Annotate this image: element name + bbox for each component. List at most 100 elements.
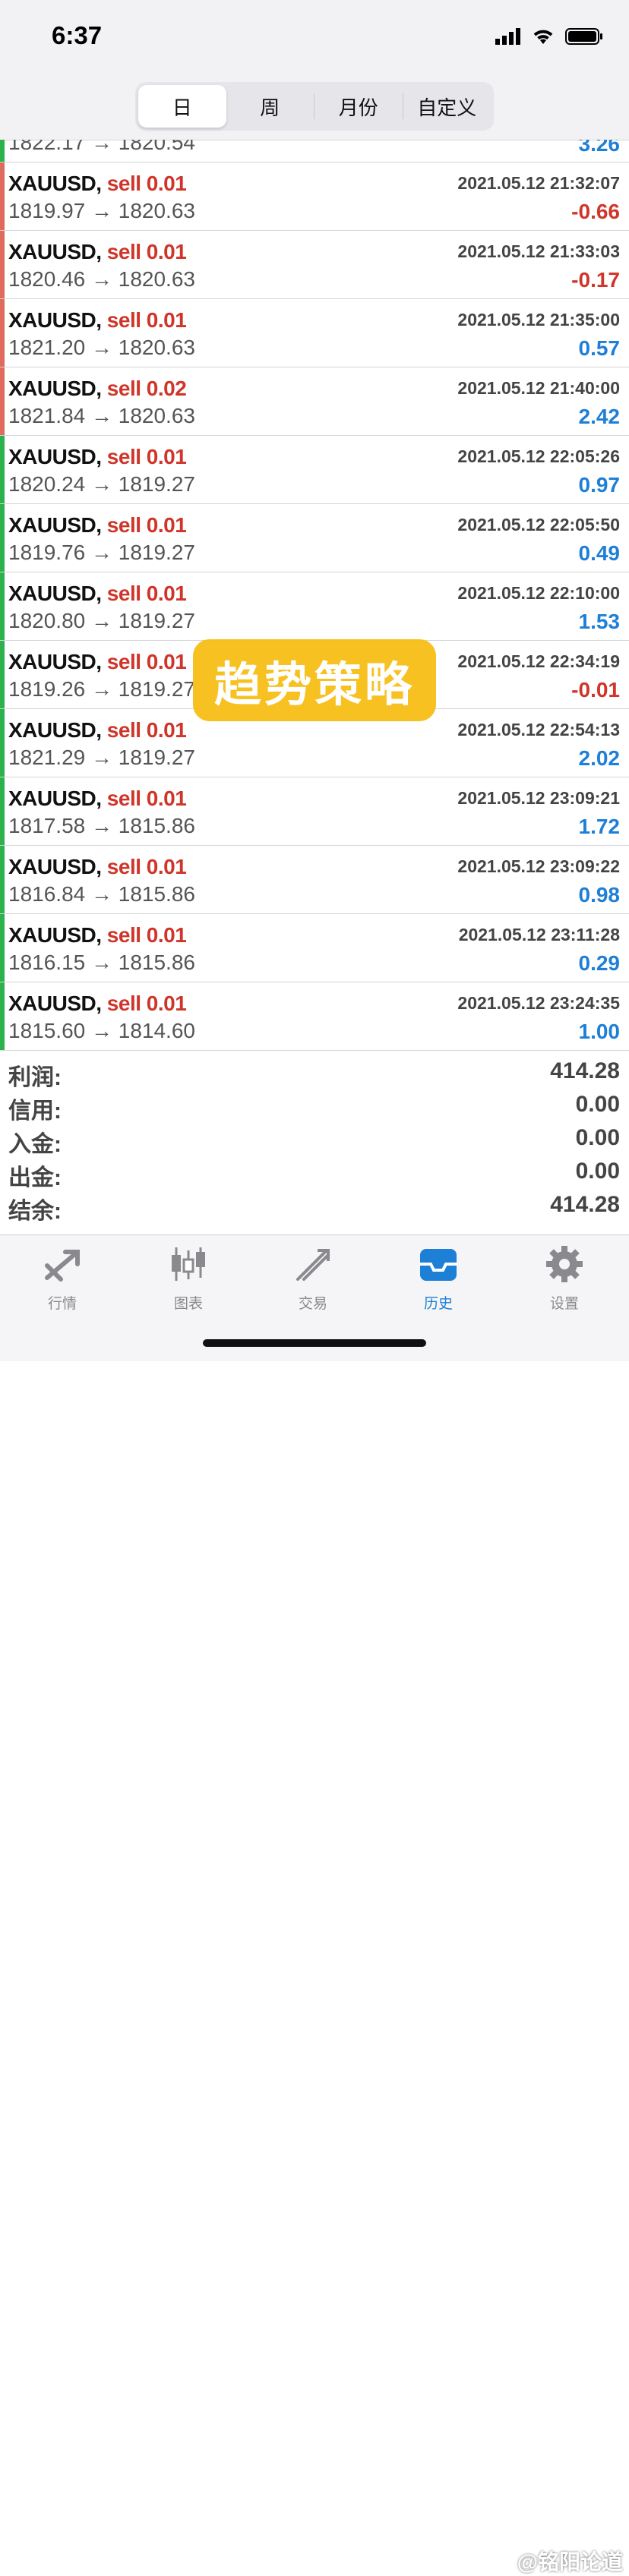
trade-symbol: XAUUSD, sell 0.01 bbox=[8, 923, 187, 947]
tab-label: 设置 bbox=[549, 1296, 579, 1312]
trade-symbol-name: XAUUSD, bbox=[8, 513, 102, 537]
trade-side-bar bbox=[0, 299, 5, 367]
trade-prices: 1820.80 → 1819.27 bbox=[8, 609, 195, 632]
trade-side-bar bbox=[0, 504, 5, 572]
trade-order-type: sell 0.01 bbox=[106, 308, 187, 332]
segment-day[interactable]: 日 bbox=[138, 85, 226, 128]
trade-row[interactable]: XAUUSD, sell 0.01 2021.05.12 21:33:03 1820… bbox=[0, 231, 629, 299]
signal-icon bbox=[495, 28, 520, 45]
trade-pnl: -0.66 bbox=[571, 200, 620, 223]
tab-label: 图表 bbox=[173, 1296, 203, 1312]
trade-pnl: 2.42 bbox=[578, 405, 621, 428]
tab-label: 交易 bbox=[298, 1296, 327, 1312]
segment-custom[interactable]: 自定义 bbox=[403, 85, 492, 128]
trade-row[interactable]: XAUUSD, sell 0.01 2021.05.12 23:11:28 1816… bbox=[0, 914, 629, 982]
trade-pnl: -0.01 bbox=[571, 678, 620, 702]
summary-label: 入金: bbox=[8, 1132, 62, 1157]
trade-row[interactable]: XAUUSD, sell 0.01 2021.05.12 21:35:00 1821… bbox=[0, 299, 629, 367]
trade-row-partial[interactable]: 1822.17 → 1820.54 3.26 bbox=[0, 140, 629, 162]
trade-timestamp: 2021.05.12 22:05:26 bbox=[457, 446, 620, 466]
trade-symbol-name: XAUUSD, bbox=[8, 992, 102, 1015]
summary-value: 0.00 bbox=[575, 1159, 620, 1184]
segment-month[interactable]: 月份 bbox=[314, 85, 403, 128]
trade-row[interactable]: XAUUSD, sell 0.01 2021.05.12 23:09:22 1816… bbox=[0, 846, 629, 914]
history-icon bbox=[420, 1249, 457, 1281]
trade-symbol-name: XAUUSD, bbox=[8, 787, 102, 810]
trade-symbol-name: XAUUSD, bbox=[8, 923, 102, 947]
summary-label: 出金: bbox=[8, 1165, 62, 1190]
tab-history[interactable]: 历史 bbox=[397, 1244, 480, 1313]
trade-symbol: XAUUSD, sell 0.01 bbox=[8, 650, 187, 674]
strategy-stamp: 趋势策略 bbox=[193, 639, 436, 721]
trade-symbol-name: XAUUSD, bbox=[8, 650, 102, 673]
tab-trade[interactable]: 交易 bbox=[271, 1244, 355, 1313]
trade-pnl: 0.98 bbox=[578, 883, 621, 906]
tab-chart[interactable]: 图表 bbox=[147, 1244, 230, 1313]
trade-timestamp: 2021.05.12 21:33:03 bbox=[457, 241, 620, 261]
trade-prices: 1822.17 → 1820.54 bbox=[8, 140, 195, 154]
trade-timestamp: 2021.05.12 22:34:19 bbox=[457, 651, 620, 671]
trade-symbol: XAUUSD, sell 0.01 bbox=[8, 240, 187, 264]
summary-row-withdrawal: 出金: 0.00 bbox=[0, 1156, 629, 1190]
trade-side-bar bbox=[0, 641, 5, 708]
segment-week[interactable]: 周 bbox=[226, 85, 314, 128]
trade-order-type: sell 0.01 bbox=[106, 240, 187, 263]
trade-pnl: 1.00 bbox=[578, 1020, 621, 1043]
trade-side-bar bbox=[0, 231, 5, 298]
trade-side-bar bbox=[0, 914, 5, 982]
trade-pnl: 2.02 bbox=[578, 746, 621, 770]
trade-symbol-name: XAUUSD, bbox=[8, 172, 102, 195]
trade-order-type: sell 0.01 bbox=[106, 445, 187, 468]
summary-value: 0.00 bbox=[575, 1125, 620, 1150]
trade-pnl: -0.17 bbox=[571, 268, 620, 292]
trade-timestamp: 2021.05.12 22:10:00 bbox=[457, 583, 620, 603]
summary-label: 信用: bbox=[8, 1099, 62, 1124]
battery-icon bbox=[565, 28, 602, 45]
trade-order-type: sell 0.01 bbox=[106, 718, 187, 742]
trade-order-type: sell 0.01 bbox=[106, 992, 187, 1015]
trade-prices: 1821.84 → 1820.63 bbox=[8, 404, 195, 427]
trade-prices: 1820.24 → 1819.27 bbox=[8, 472, 195, 496]
trade-timestamp: 2021.05.12 22:54:13 bbox=[457, 720, 620, 739]
trade-prices: 1821.29 → 1819.27 bbox=[8, 746, 195, 769]
trade-row[interactable]: XAUUSD, sell 0.01 2021.05.12 21:32:07 1819… bbox=[0, 162, 629, 231]
period-selector-bar: 日 周 月份 自定义 bbox=[0, 76, 629, 140]
summary-value: 0.00 bbox=[575, 1092, 620, 1117]
trade-timestamp: 2021.05.12 23:24:35 bbox=[457, 993, 620, 1013]
trade-row[interactable]: XAUUSD, sell 0.02 2021.05.12 21:40:00 1821… bbox=[0, 367, 629, 436]
tab-label: 行情 bbox=[47, 1296, 77, 1312]
trade-symbol-name: XAUUSD, bbox=[8, 582, 102, 605]
quotes-icon bbox=[45, 1250, 80, 1282]
trade-symbol-name: XAUUSD, bbox=[8, 718, 102, 742]
author-watermark: @铭阳论道 bbox=[517, 2550, 623, 2574]
trade-side-bar bbox=[0, 572, 5, 640]
trade-pnl: 0.29 bbox=[578, 951, 621, 975]
trade-side-bar bbox=[0, 846, 5, 913]
trade-row[interactable]: XAUUSD, sell 0.01 2021.05.12 22:05:50 1819… bbox=[0, 504, 629, 572]
trade-row[interactable]: XAUUSD, sell 0.01 2021.05.12 23:24:35 1815… bbox=[0, 982, 629, 1051]
trade-side-bar bbox=[0, 367, 5, 435]
trade-symbol: XAUUSD, sell 0.01 bbox=[8, 445, 187, 469]
trade-order-type: sell 0.02 bbox=[106, 377, 187, 400]
summary-value: 414.28 bbox=[550, 1192, 620, 1217]
trade-row[interactable]: XAUUSD, sell 0.01 2021.05.12 22:10:00 1820… bbox=[0, 572, 629, 641]
trade-side-bar bbox=[0, 777, 5, 845]
trade-pnl: 1.53 bbox=[578, 610, 621, 633]
trade-order-type: sell 0.01 bbox=[106, 787, 187, 810]
trade-timestamp: 2021.05.12 21:40:00 bbox=[457, 378, 620, 398]
trade-symbol: XAUUSD, sell 0.01 bbox=[8, 718, 187, 743]
trade-pnl: 1.72 bbox=[578, 815, 621, 838]
trade-symbol: XAUUSD, sell 0.01 bbox=[8, 308, 187, 333]
tab-settings[interactable]: 设置 bbox=[523, 1244, 606, 1313]
summary-value: 414.28 bbox=[550, 1058, 620, 1083]
trade-symbol: XAUUSD, sell 0.02 bbox=[8, 377, 187, 401]
trade-icon bbox=[296, 1249, 330, 1281]
trade-symbol-name: XAUUSD, bbox=[8, 855, 102, 878]
trade-timestamp: 2021.05.12 22:05:50 bbox=[457, 515, 620, 534]
trade-row[interactable]: XAUUSD, sell 0.01 2021.05.12 23:09:21 1817… bbox=[0, 777, 629, 846]
tab-quotes[interactable]: 行情 bbox=[21, 1244, 104, 1313]
trade-row[interactable]: XAUUSD, sell 0.01 2021.05.12 22:05:26 1820… bbox=[0, 436, 629, 504]
home-indicator bbox=[203, 1339, 426, 1347]
summary-row-deposit: 入金: 0.00 bbox=[0, 1122, 629, 1157]
trade-prices: 1819.26 → 1819.27 bbox=[8, 677, 195, 701]
